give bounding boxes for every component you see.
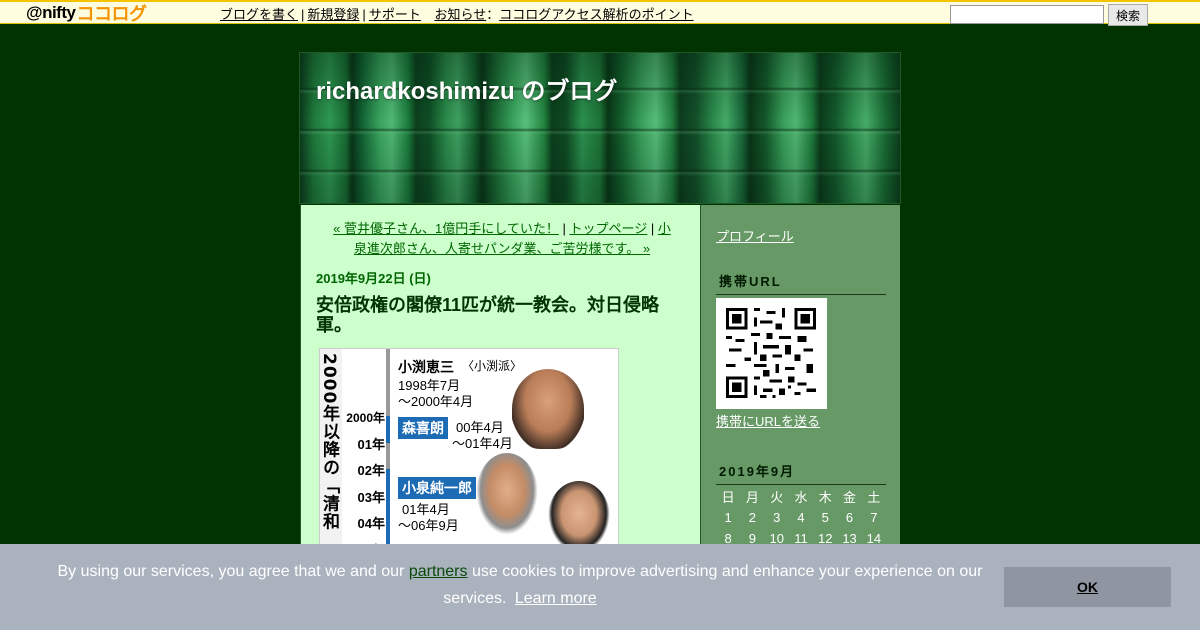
calendar: 日 月 火 水 木 金 土 1 2 3 4 5 6 7 8 9 10 11 12…	[716, 486, 886, 549]
calendar-weekday: 木	[818, 490, 832, 505]
pm-mori-term-start: 00年4月	[456, 420, 504, 435]
news-label-link[interactable]: お知らせ	[434, 7, 486, 22]
year-label: 03年	[357, 489, 385, 505]
qr-code-image	[716, 298, 827, 409]
post-image[interactable]: 2000年以降の「清和会」 2000年 01年 02年 03年 04年 05年 …	[319, 348, 619, 548]
prev-post-link[interactable]: « 菅井優子さん、1億円手にしていた！	[333, 221, 559, 236]
calendar-weekday: 金	[843, 490, 857, 505]
search-input[interactable]	[950, 5, 1104, 24]
write-blog-link[interactable]: ブログを書く	[220, 7, 298, 22]
post-navigation: « 菅井優子さん、1億円手にしていた！ | トップページ | 小泉進次郎さん、人…	[327, 219, 677, 259]
cookie-ok-button[interactable]: OK	[1004, 567, 1171, 607]
pm-koizumi-term-end: 〜06年9月	[398, 518, 459, 533]
nav-separator: |	[647, 221, 658, 236]
calendar-weekday: 水	[794, 490, 808, 505]
year-label: 04年	[357, 516, 385, 531]
nav-separator: |	[558, 221, 570, 236]
obuchi-portrait	[512, 369, 584, 449]
logo-nifty-text: @nifty	[26, 3, 76, 22]
calendar-day: 4	[797, 510, 805, 525]
nifty-topbar: @nifty ココログ ブログを書く | 新規登録 | サポート お知らせ：ココログアク…	[0, 0, 1200, 26]
learn-more-link[interactable]: Learn more	[515, 590, 597, 607]
image-vertical-caption: 2000年以降の「清和会」	[320, 349, 342, 547]
separator: |	[362, 7, 366, 22]
calendar-heading: 2019年9月	[716, 461, 886, 485]
calendar-weekday: 火	[770, 490, 784, 505]
calendar-weekday-row: 日 月 火 水 木 金 土	[716, 486, 886, 507]
separator: |	[301, 7, 305, 22]
cookie-text-before: By using our services, you agree that we…	[57, 563, 409, 580]
mobile-url-heading: 携帯URL	[716, 271, 886, 295]
year-label: 01年	[357, 436, 385, 452]
calendar-weekday: 日	[721, 490, 735, 505]
pm-mori-name: 森喜朗	[398, 417, 448, 439]
cookie-message: By using our services, you agree that we…	[40, 558, 1000, 612]
calendar-day: 5	[821, 510, 829, 525]
calendar-day: 1	[724, 510, 732, 525]
timeline-years: 2000年 01年 02年 03年 04年 05年	[343, 405, 385, 547]
pm-obuchi-term-start: 1998年7月	[398, 378, 461, 393]
search-button[interactable]: 検索	[1108, 4, 1148, 26]
register-link[interactable]: 新規登録	[307, 7, 359, 22]
news-link[interactable]: ココログアクセス解析のポイント	[499, 7, 693, 22]
calendar-weekday: 月	[745, 490, 759, 505]
calendar-weekday: 土	[867, 490, 881, 505]
top-links: ブログを書く | 新規登録 | サポート お知らせ：ココログアクセス解析のポイント	[220, 4, 694, 23]
timeline-mori-segment	[386, 416, 390, 443]
logo-cocolog-text: ココログ	[76, 4, 147, 24]
calendar-week-row: 1 2 3 4 5 6 7	[716, 507, 886, 528]
blog-title[interactable]: richardkoshimizu のブログ	[316, 71, 617, 106]
pm-obuchi-faction: 〈小渕派〉	[462, 359, 523, 373]
cookie-consent-banner: By using our services, you agree that we…	[0, 544, 1200, 630]
blog-banner: richardkoshimizu のブログ	[299, 52, 901, 204]
cocolog-logo[interactable]: @nifty ココログ	[26, 3, 147, 24]
pm-mori-term-end: 〜01年4月	[452, 436, 513, 451]
post-title: 安倍政権の閣僚11匹が統一教会。対日侵略軍。	[316, 295, 660, 335]
calendar-day: 7	[870, 510, 878, 525]
timeline-koizumi-segment	[386, 469, 390, 547]
news-colon: ：	[486, 7, 500, 22]
calendar-day: 3	[773, 510, 781, 525]
abe-portrait	[548, 481, 610, 547]
year-label: 02年	[357, 463, 385, 478]
profile-link[interactable]: プロフィール	[716, 226, 794, 245]
top-page-link[interactable]: トップページ	[569, 221, 647, 236]
calendar-day: 6	[845, 510, 854, 525]
calendar-day: 2	[748, 510, 757, 525]
pm-obuchi-term-end: 〜2000年4月	[398, 394, 474, 409]
send-url-to-mobile-link[interactable]: 携帯にURLを送る	[716, 411, 820, 430]
pm-koizumi-term-start: 01年4月	[402, 502, 450, 517]
support-link[interactable]: サポート	[369, 7, 421, 22]
koizumi-portrait	[476, 453, 538, 535]
pm-koizumi-name: 小泉純一郎	[398, 477, 476, 499]
pm-obuchi-name: 小渕恵三	[398, 359, 454, 375]
partners-link[interactable]: partners	[409, 563, 468, 580]
qr-code-icon	[726, 308, 816, 398]
post-date: 2019年9月22日 (日)	[316, 271, 431, 286]
year-label: 2000年	[346, 411, 385, 425]
